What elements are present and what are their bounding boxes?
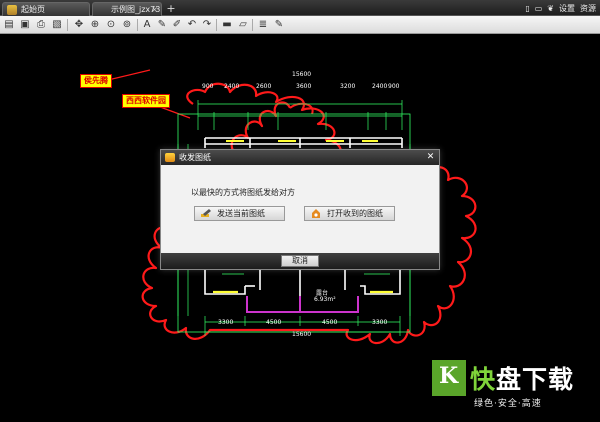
cancel-button[interactable]: 取消 bbox=[281, 255, 319, 267]
dialog-title: 收发图纸 bbox=[179, 153, 211, 162]
watermark-title: 快盘下载 bbox=[470, 365, 575, 394]
send-pencil-icon bbox=[201, 209, 211, 217]
dim-top-5: 2400 bbox=[372, 83, 388, 90]
tab-label: 起始页 bbox=[21, 5, 45, 14]
send-current-drawing-button[interactable]: 发送当前图纸 bbox=[194, 206, 285, 221]
toolbar: ▤ ▣ ⎙ ▧ ✥ ⊕ ⊙ ⊚ A ✎ ✐ ↶ ↷ ▬ ▱ ≣ ✎ bbox=[0, 16, 600, 34]
send-receive-dialog: 收发图纸 ✕ 以最快的方式将图纸发给对方 发送当前图纸 打开收到的图纸 取消 bbox=[160, 149, 440, 270]
measure-icon[interactable]: ▬ bbox=[220, 18, 234, 32]
watermark-logo-k-icon: K bbox=[439, 363, 459, 389]
zoom-extents-icon[interactable]: ⊚ bbox=[120, 18, 134, 32]
new-tab-button[interactable]: + bbox=[164, 2, 178, 15]
settings-link[interactable]: 设置 bbox=[559, 3, 575, 14]
zoom-icon[interactable]: ⊕ bbox=[88, 18, 102, 32]
button-label: 发送当前图纸 bbox=[217, 209, 265, 218]
resources-link[interactable]: 资源 bbox=[580, 3, 596, 14]
tab-start-page[interactable]: 起始页 bbox=[2, 2, 90, 16]
send-icon[interactable]: ▧ bbox=[50, 18, 64, 32]
dim-top-3: 3600 bbox=[296, 83, 312, 90]
tab-drawing[interactable]: 示例图_jzx7328.dwg × bbox=[92, 2, 162, 16]
room-area: 6.93m² bbox=[314, 296, 336, 303]
annotation-note-2[interactable]: 西西软件园 bbox=[122, 94, 170, 108]
open-received-drawing-button[interactable]: 打开收到的图纸 bbox=[304, 206, 395, 221]
close-icon[interactable]: ✕ bbox=[425, 152, 436, 163]
dim-top-0: 900 bbox=[202, 83, 214, 90]
dim-bottom-1: 4500 bbox=[266, 319, 282, 326]
open-folder-icon[interactable]: ▤ bbox=[2, 18, 16, 32]
app-icon bbox=[7, 5, 17, 15]
bird-icon[interactable]: ❦ bbox=[547, 4, 554, 13]
dialog-titlebar[interactable]: 收发图纸 ✕ bbox=[161, 150, 439, 165]
window-controls: ▯ ▭ ❦ 设置 资源 bbox=[525, 2, 596, 14]
marker-icon[interactable]: ✐ bbox=[170, 18, 184, 32]
layers-stack-icon[interactable]: ≣ bbox=[256, 18, 270, 32]
close-icon[interactable]: × bbox=[151, 3, 158, 16]
watermark-slogan: 绿色·安全·高速 bbox=[474, 399, 542, 409]
pen-icon[interactable]: ✎ bbox=[155, 18, 169, 32]
undo-icon[interactable]: ↶ bbox=[185, 18, 199, 32]
dim-bottom-3: 3300 bbox=[372, 319, 388, 326]
dim-top-4: 3200 bbox=[340, 83, 356, 90]
dim-top-2: 2600 bbox=[256, 83, 272, 90]
monitor-icon[interactable]: ▭ bbox=[535, 4, 543, 13]
tab-bar: 起始页 示例图_jzx7328.dwg × + ▯ ▭ ❦ 设置 资源 bbox=[0, 0, 600, 16]
dialog-app-icon bbox=[165, 153, 175, 162]
dim-bottom-0: 3300 bbox=[218, 319, 234, 326]
layer-icon[interactable]: ▱ bbox=[236, 18, 250, 32]
dim-bottom-2: 4500 bbox=[322, 319, 338, 326]
site-watermark: K 快盘下载 绿色·安全·高速 bbox=[430, 336, 598, 416]
button-label: 打开收到的图纸 bbox=[327, 209, 383, 218]
dim-top-total: 15600 bbox=[292, 71, 312, 78]
phone-icon[interactable]: ▯ bbox=[525, 4, 529, 13]
open-document-icon bbox=[312, 209, 320, 218]
dialog-message: 以最快的方式将图纸发给对方 bbox=[191, 188, 295, 197]
annotation-note-1[interactable]: 侯先腾 bbox=[80, 74, 112, 88]
redo-icon[interactable]: ↷ bbox=[200, 18, 214, 32]
pan-icon[interactable]: ✥ bbox=[72, 18, 86, 32]
dim-top-1: 2400 bbox=[224, 83, 240, 90]
zoom-window-icon[interactable]: ⊙ bbox=[104, 18, 118, 32]
text-icon[interactable]: A bbox=[140, 18, 154, 32]
print-icon[interactable]: ⎙ bbox=[34, 18, 48, 32]
dim-bottom-total: 15600 bbox=[292, 331, 312, 338]
settings-icon[interactable]: ✎ bbox=[272, 18, 286, 32]
dialog-footer: 取消 bbox=[161, 253, 439, 269]
save-icon[interactable]: ▣ bbox=[18, 18, 32, 32]
dim-top-6: 900 bbox=[388, 83, 400, 90]
